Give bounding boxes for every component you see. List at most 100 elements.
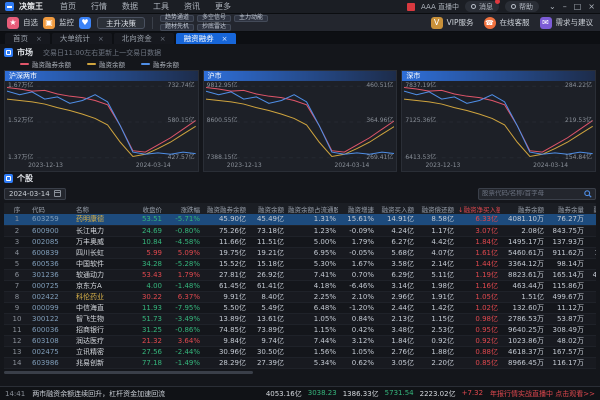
quick-button-抄底雷达[interactable]: 抄底雷达 — [197, 24, 231, 31]
tab-close-icon[interactable]: × — [160, 35, 166, 43]
promo-link[interactable]: 年报行情实战直播中 点击观看>> — [490, 389, 595, 399]
cell-rzrq: 15.52亿 — [202, 258, 248, 269]
table-row-603259[interactable]: 1603259药明康德53.51-5.71%45.90亿45.49亿1.31%1… — [4, 214, 596, 225]
table-row-600900[interactable]: 2600900长江电力24.69-0.80%75.26亿73.18亿1.23%-… — [4, 225, 596, 236]
table-row-000725[interactable]: 7000725京东方A4.00-1.48%61.45亿61.41亿4.18%-6… — [4, 280, 596, 291]
cell-rzrq: 19.75亿 — [202, 247, 248, 258]
cell-rq_bal: 463.44万 — [500, 280, 546, 291]
table-row-300122[interactable]: 10300122智飞生物51.73-3.49%13.89亿13.61亿1.05%… — [4, 313, 596, 324]
cell-growth: 0.70% — [338, 269, 376, 280]
cell-rq_vol: 11.12万 — [546, 302, 586, 313]
table-row-301236[interactable]: 6301236软通动力53.431.79%27.81亿26.92亿7.41%0.… — [4, 269, 596, 280]
menu-item-首页[interactable]: 首页 — [60, 1, 76, 12]
online-service-button[interactable]: ☎ 在线客服 — [484, 17, 530, 29]
messages-label: 消息 — [479, 2, 493, 12]
table-row-000099[interactable]: 9000099中信海直11.93-7.95%5.50亿5.49亿6.48%-1.… — [4, 302, 596, 313]
table-row-002475[interactable]: 13002475立讯精密27.56-2.44%30.96亿30.50亿1.56%… — [4, 346, 596, 357]
column-header-name[interactable]: 名称 — [74, 203, 130, 214]
column-header-buy[interactable]: 融资买入额 — [376, 203, 416, 214]
tab-北向资金[interactable]: 北向资金× — [114, 33, 174, 44]
table-row-603986[interactable]: 14603986兆易创新77.18-1.49%28.29亿27.39亿5.34%… — [4, 357, 596, 368]
chart-plot-area[interactable]: 9812.95亿8600.55亿7388.15亿460.51亿364.96亿26… — [206, 83, 395, 161]
cell-rz: 30.50亿 — [248, 346, 286, 357]
tab-首页[interactable]: 首页× — [5, 33, 50, 44]
maximize-button[interactable]: □ — [574, 2, 582, 11]
right-axis-tick: 284.22亿 — [565, 83, 592, 89]
cell-name: 软通动力 — [74, 269, 130, 280]
column-header-seq[interactable]: 序 — [4, 203, 30, 214]
news-ticker[interactable]: 两市融资余额连续回升，杠杆资金加速回流 — [32, 389, 165, 399]
column-header-rq_bal[interactable]: 融券余额 — [500, 203, 546, 214]
quick-button-题材先机[interactable]: 题材先机 — [160, 24, 194, 31]
column-header-ratio[interactable]: 融资余额占流通股比 — [286, 203, 338, 214]
cell-repay: 1.91亿 — [416, 291, 456, 302]
cell-close: 31.25 — [130, 324, 164, 335]
tab-close-icon[interactable]: × — [222, 35, 228, 43]
column-header-rzrq[interactable]: 融资融券余额 — [202, 203, 248, 214]
chart-plot-area[interactable]: 7837.19亿7125.36亿6413.53亿284.22亿219.53亿15… — [404, 83, 593, 161]
right-axis-tick: 732.74亿 — [168, 83, 195, 89]
quick-button-主力动能[interactable]: 主力动能 — [234, 15, 268, 22]
feedback-button[interactable]: ✉ 需求与建议 — [540, 17, 594, 29]
toolbar: ★ 自选 ▣ 监控 ♥ 主升决策 趋势通道多空信号主力动能题材先机抄底雷达 V … — [0, 14, 600, 32]
menu-item-数据[interactable]: 数据 — [122, 1, 138, 12]
column-header-chg[interactable]: 涨跌幅 — [164, 203, 202, 214]
table-row-600839[interactable]: 4600839四川长虹5.995.09%19.75亿19.21亿6.95%-0.… — [4, 247, 596, 258]
date-picker[interactable]: 2024-03-14 — [4, 188, 66, 200]
tab-融资融券[interactable]: 融资融券× — [176, 33, 236, 44]
chevron-down-button[interactable]: ⌄ — [549, 2, 556, 11]
column-header-repay[interactable]: 融资偿还额 — [416, 203, 456, 214]
table-row-603108[interactable]: 12603108润达医疗21.323.64%9.84亿9.74亿7.44%3.1… — [4, 335, 596, 346]
live-icon — [407, 3, 415, 11]
column-header-net[interactable]: ↓融资净买入额 — [456, 203, 500, 214]
quick-button-多空信号[interactable]: 多空信号 — [197, 15, 231, 22]
menu-item-行情[interactable]: 行情 — [91, 1, 107, 12]
column-header-rq_vol[interactable]: 融券余量 — [546, 203, 586, 214]
menu-item-工具[interactable]: 工具 — [153, 1, 169, 12]
close-button[interactable]: × — [588, 2, 595, 11]
chart-legend: 融资融券余额融资余额融券余额 — [4, 59, 596, 68]
cell-close: 77.18 — [130, 357, 164, 368]
menu-item-资讯[interactable]: 资讯 — [184, 1, 200, 12]
column-header-code[interactable]: 代码 — [30, 203, 74, 214]
watchlist-button[interactable]: ★ 自选 — [7, 17, 38, 29]
cell-net: 6.33亿 — [456, 214, 500, 225]
column-header-growth[interactable]: 融资增速 — [338, 203, 376, 214]
column-header-sell_vol[interactable]: 融券卖出量 — [586, 203, 596, 214]
hscrollbar-thumb[interactable] — [4, 371, 253, 374]
tab-close-icon[interactable]: × — [36, 35, 42, 43]
cell-name: 药明康德 — [74, 214, 130, 225]
stat-value: 4053.16亿 — [266, 389, 302, 399]
cell-rz: 61.41亿 — [248, 280, 286, 291]
table-row-600536[interactable]: 5600536中国软件34.28-5.28%15.52亿15.18亿5.30%1… — [4, 258, 596, 269]
stock-search[interactable] — [478, 188, 596, 200]
update-note: 交易日11:00左右更新上一交易日数据 — [43, 48, 161, 58]
tab-大单统计[interactable]: 大单统计× — [52, 33, 112, 44]
table-row-002422[interactable]: 8002422科伦药业30.226.37%9.91亿8.40亿2.25%2.10… — [4, 291, 596, 302]
cell-sell_vol: 139.44万 — [586, 247, 596, 258]
quick-button-趋势通道[interactable]: 趋势通道 — [160, 15, 194, 22]
search-icon — [584, 190, 592, 198]
chart-plot-area[interactable]: 1.67万亿1.52万亿1.37万亿732.74亿580.15亿427.57亿 — [7, 83, 196, 161]
cell-buy: 2.44亿 — [376, 302, 416, 313]
vip-service-button[interactable]: V VIP服务 — [431, 17, 474, 29]
search-input[interactable] — [482, 190, 584, 197]
help-button[interactable]: 帮助 — [505, 1, 539, 12]
cell-code: 600036 — [30, 324, 74, 335]
main-rise-decision-button[interactable]: 主升决策 — [97, 17, 145, 29]
cell-seq: 10 — [4, 313, 30, 324]
table-row-002085[interactable]: 3002085万丰奥威10.84-4.58%11.66亿11.51亿5.00%1… — [4, 236, 596, 247]
column-header-close[interactable]: 收盘价 — [130, 203, 164, 214]
messages-button[interactable]: 消息 — [465, 1, 499, 12]
horizontal-scrollbar[interactable] — [4, 370, 596, 375]
cell-code: 002475 — [30, 346, 74, 357]
cell-sell_vol: 21.46万 — [586, 346, 596, 357]
column-header-rz[interactable]: 融资余额 — [248, 203, 286, 214]
menu-item-更多[interactable]: 更多 — [215, 1, 231, 12]
promo-ticker[interactable]: AAA 直播中 — [421, 2, 459, 12]
cell-close: 53.43 — [130, 269, 164, 280]
minimize-button[interactable]: – — [563, 2, 567, 11]
monitor-button[interactable]: ▣ 监控 — [43, 17, 74, 29]
table-row-600036[interactable]: 11600036招商银行31.25-0.86%74.85亿73.89亿1.15%… — [4, 324, 596, 335]
tab-close-icon[interactable]: × — [98, 35, 104, 43]
